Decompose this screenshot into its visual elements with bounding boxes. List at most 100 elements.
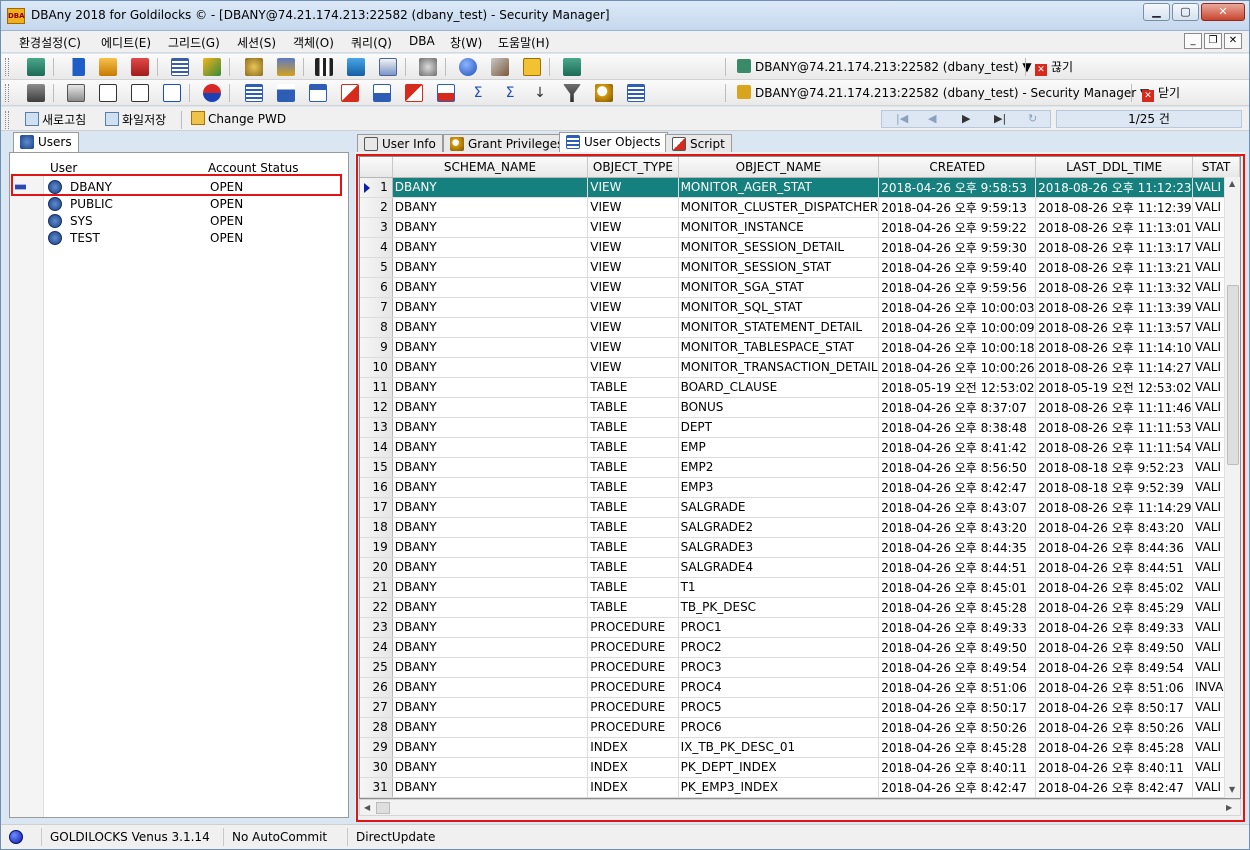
download-icon[interactable] — [131, 58, 149, 76]
tab-script[interactable]: Script — [665, 134, 732, 154]
schema-icon[interactable] — [203, 58, 221, 76]
report-icon[interactable] — [379, 58, 397, 76]
last-record-button[interactable]: ▶| — [994, 112, 1006, 125]
window-selector[interactable]: DBANY@74.21.174.213:22582 (dbany_test) -… — [737, 84, 1149, 104]
mdi-close-button[interactable]: ✕ — [1224, 33, 1242, 49]
filter-icon[interactable] — [563, 84, 581, 102]
toolbar-separator — [229, 58, 230, 76]
toolbar-grip[interactable] — [5, 111, 9, 129]
disconnect-button[interactable]: ✕ 끊기 — [1035, 58, 1073, 78]
bar-chart-icon[interactable] — [315, 58, 333, 76]
menu-query[interactable]: 쿼리(Q) — [351, 34, 392, 51]
toolbar-separator — [445, 58, 446, 76]
toolbar-separator — [189, 84, 190, 102]
menu-object[interactable]: 객체(O) — [293, 34, 334, 51]
table-header-icon[interactable] — [277, 84, 295, 102]
reload-button[interactable]: ↻ — [1028, 112, 1037, 125]
users-icon[interactable] — [245, 58, 263, 76]
tools-icon[interactable] — [27, 84, 45, 102]
database-icon[interactable] — [27, 58, 45, 76]
table-delete-icon[interactable] — [341, 84, 359, 102]
document-icon — [364, 137, 378, 151]
dba-icon[interactable] — [523, 58, 541, 76]
toolbar-separator — [53, 84, 54, 102]
sum-icon[interactable]: Σ — [469, 84, 487, 102]
toolbar-separator — [405, 58, 406, 76]
sort-icon[interactable]: ↓ — [531, 84, 549, 102]
update-mode-status[interactable]: DirectUpdate — [347, 828, 439, 846]
monitor-icon[interactable] — [347, 58, 365, 76]
toolbar-grip[interactable] — [5, 84, 9, 102]
panel-toolbar: 새로고침 화일저장 Change PWD |◀ ◀ ▶ ▶| ↻ 1/25 건 — [1, 107, 1249, 131]
tab-grant-privileges[interactable]: Grant Privileges — [443, 134, 571, 154]
table-remove-icon[interactable] — [405, 84, 423, 102]
close-window-button[interactable]: ✕ 닫기 — [1142, 84, 1180, 104]
mdi-restore-button[interactable]: ❐ — [1204, 33, 1222, 49]
user-name: SYS — [70, 214, 93, 228]
list-icon[interactable] — [171, 58, 189, 76]
menu-edit[interactable]: 에디트(E) — [101, 34, 151, 51]
print-icon[interactable] — [67, 84, 85, 102]
maximize-button[interactable]: ▢ — [1172, 3, 1199, 21]
change-pwd-button[interactable]: Change PWD — [191, 111, 286, 126]
user-row[interactable]: TEST OPEN — [10, 230, 344, 247]
text-format-icon[interactable] — [131, 84, 149, 102]
autocommit-status[interactable]: No AutoCommit — [223, 828, 345, 846]
grid-view-icon[interactable] — [627, 84, 645, 102]
tab-user-objects[interactable]: User Objects — [559, 132, 668, 154]
server-version: GOLDILOCKS Venus 3.1.14 — [41, 828, 221, 846]
tab-user-info[interactable]: User Info — [357, 134, 443, 154]
user-status: OPEN — [210, 214, 244, 228]
security-icon[interactable] — [277, 58, 295, 76]
next-record-button[interactable]: ▶ — [962, 112, 970, 125]
globe-icon[interactable] — [203, 84, 221, 102]
user-objects-highlight — [356, 154, 1245, 822]
toolbar-separator — [549, 58, 550, 76]
menu-window[interactable]: 창(W) — [450, 34, 482, 51]
package-icon[interactable] — [491, 58, 509, 76]
help-icon[interactable] — [459, 58, 477, 76]
menu-help[interactable]: 도움말(H) — [498, 34, 550, 51]
connection-selector[interactable]: DBANY@74.21.174.213:22582 (dbany_test) ▼ — [737, 58, 1032, 78]
toolbar-separator — [229, 84, 230, 102]
user-name: TEST — [70, 231, 100, 245]
new-document-icon[interactable] — [99, 84, 117, 102]
disconnect-label: 끊기 — [1051, 60, 1074, 74]
column-header-account-status[interactable]: Account Status — [208, 161, 299, 175]
table-columns-icon[interactable] — [309, 84, 327, 102]
toolbar-separator — [53, 58, 54, 76]
script-icon — [672, 137, 686, 151]
title-bar[interactable]: DBA DBAny 2018 for Goldilocks © - [DBANY… — [1, 1, 1249, 31]
close-icon: ✕ — [1035, 64, 1047, 76]
save-file-button[interactable]: 화일저장 — [105, 111, 166, 128]
menu-dba[interactable]: DBA — [409, 34, 435, 48]
table-icon[interactable] — [245, 84, 263, 102]
search-icon[interactable] — [595, 84, 613, 102]
table-insert-icon[interactable] — [373, 84, 391, 102]
upload-icon[interactable] — [99, 58, 117, 76]
user-row[interactable]: PUBLIC OPEN — [10, 196, 344, 213]
user-icon — [48, 197, 62, 211]
menu-settings[interactable]: 환경설정(C) — [19, 34, 81, 51]
sum-all-icon[interactable]: Σ — [501, 84, 519, 102]
column-header-user[interactable]: User — [50, 161, 77, 175]
menu-session[interactable]: 세션(S) — [237, 34, 276, 51]
minimize-button[interactable]: ▁ — [1143, 3, 1170, 21]
toolbar-grip[interactable] — [5, 58, 9, 76]
close-button[interactable]: ✕ — [1201, 3, 1245, 21]
font-icon[interactable] — [163, 84, 181, 102]
user-row[interactable]: SYS OPEN — [10, 213, 344, 230]
user-detail-panel: User Info Grant Privileges User Objects … — [355, 132, 1245, 822]
database-icon — [737, 59, 751, 73]
first-record-button[interactable]: |◀ — [896, 112, 908, 125]
previous-record-button[interactable]: ◀ — [928, 112, 936, 125]
binoculars-icon[interactable] — [419, 58, 437, 76]
users-list-header: User Account Status — [10, 159, 348, 175]
tab-users[interactable]: Users — [13, 132, 79, 154]
exit-icon[interactable] — [563, 58, 581, 76]
connect-arrow-icon[interactable] — [67, 58, 85, 76]
table-sort-icon[interactable] — [437, 84, 455, 102]
menu-grid[interactable]: 그리드(G) — [168, 34, 220, 51]
mdi-minimize-button[interactable]: _ — [1184, 33, 1202, 49]
refresh-button[interactable]: 새로고침 — [25, 111, 86, 128]
